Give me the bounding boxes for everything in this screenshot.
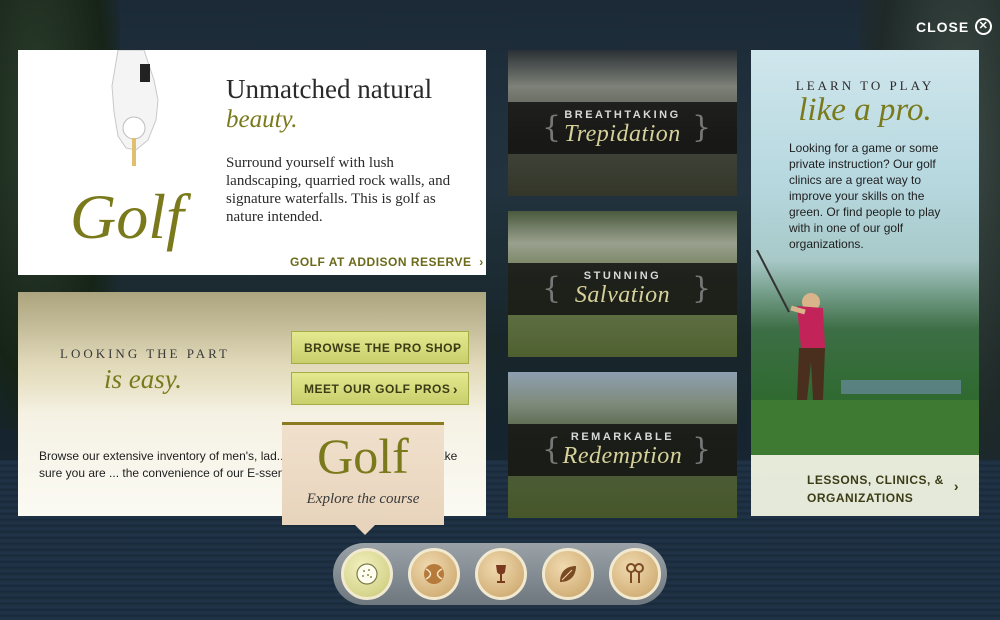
- chevron-right-icon: ›: [452, 340, 458, 356]
- golf-script-word: Golf: [70, 181, 184, 252]
- golf-panel: Golf Unmatched natural beauty. Surround …: [18, 50, 486, 275]
- learn-to-play-panel: LEARN TO PLAY like a pro. Looking for a …: [751, 50, 979, 516]
- golfer-image: [751, 250, 979, 455]
- chevron-right-icon: ›: [953, 478, 959, 494]
- right-brace-icon: }: [692, 432, 712, 467]
- tile-big-text: Redemption: [562, 443, 683, 469]
- golf-at-addison-label: GOLF AT ADDISON RESERVE: [290, 255, 472, 269]
- golf-ball-icon: [356, 563, 378, 585]
- golf-panel-subtitle: beauty.: [226, 106, 298, 133]
- golf-panel-body: Surround yourself with lush landscaping,…: [226, 155, 451, 225]
- tile-big-text: Salvation: [574, 282, 671, 308]
- browse-pro-shop-label: BROWSE THE PRO SHOP: [304, 340, 462, 355]
- tile-small-text: STUNNING: [583, 270, 662, 282]
- tile-salvation[interactable]: STUNNING Salvation { }: [508, 211, 737, 357]
- tooltip-subtitle: Explore the course: [306, 491, 420, 507]
- golf-at-addison-link[interactable]: GOLF AT ADDISON RESERVE ›: [290, 255, 484, 269]
- nav-nature-button[interactable]: [542, 548, 594, 600]
- right-brace-icon: }: [692, 271, 712, 306]
- tile-trepidation[interactable]: BREATHTAKING Trepidation { }: [508, 50, 737, 196]
- tennis-ball-icon: [424, 564, 444, 584]
- looking-subheading: is easy.: [104, 364, 182, 394]
- tile-redemption[interactable]: REMARKABLE Redemption { }: [508, 372, 737, 518]
- golf-tooltip: Golf Explore the course: [282, 422, 444, 535]
- tile-small-text: REMARKABLE: [570, 431, 675, 443]
- chevron-right-icon: ›: [452, 381, 458, 397]
- learn-body: Looking for a game or some private instr…: [789, 141, 941, 251]
- keys-icon: [626, 563, 644, 583]
- right-brace-icon: }: [692, 110, 712, 145]
- wine-glass-icon: [496, 565, 506, 583]
- left-brace-icon: {: [542, 432, 562, 467]
- left-brace-icon: {: [542, 271, 562, 306]
- meet-golf-pros-label: MEET OUR GOLF PROS: [304, 381, 451, 396]
- lessons-clinics-link[interactable]: LESSONS, CLINICS, & ORGANIZATIONS ›: [751, 455, 979, 516]
- close-button[interactable]: CLOSE ✕: [916, 18, 993, 35]
- golf-panel-title: Unmatched natural: [226, 74, 433, 104]
- golf-glove-icon: [111, 50, 159, 166]
- tile-small-text: BREATHTAKING: [564, 109, 681, 121]
- tile-big-text: Trepidation: [564, 121, 681, 147]
- like-a-pro-heading: like a pro.: [798, 92, 932, 128]
- left-brace-icon: {: [542, 110, 562, 145]
- browse-pro-shop-button[interactable]: BROWSE THE PRO SHOP ›: [291, 331, 469, 364]
- close-label: CLOSE: [916, 18, 970, 35]
- nav-tennis-button[interactable]: [408, 548, 460, 600]
- nav-dining-button[interactable]: [475, 548, 527, 600]
- tooltip-title: Golf: [317, 428, 409, 484]
- nav-golf-button[interactable]: [341, 548, 393, 600]
- looking-heading: LOOKING THE PART: [60, 346, 231, 361]
- nav-residences-button[interactable]: [609, 548, 661, 600]
- close-icon: ✕: [975, 18, 993, 35]
- meet-golf-pros-button[interactable]: MEET OUR GOLF PROS ›: [291, 372, 469, 405]
- chevron-right-icon: ›: [475, 255, 484, 269]
- leaf-icon: [560, 566, 576, 582]
- bottom-nav: [333, 543, 667, 605]
